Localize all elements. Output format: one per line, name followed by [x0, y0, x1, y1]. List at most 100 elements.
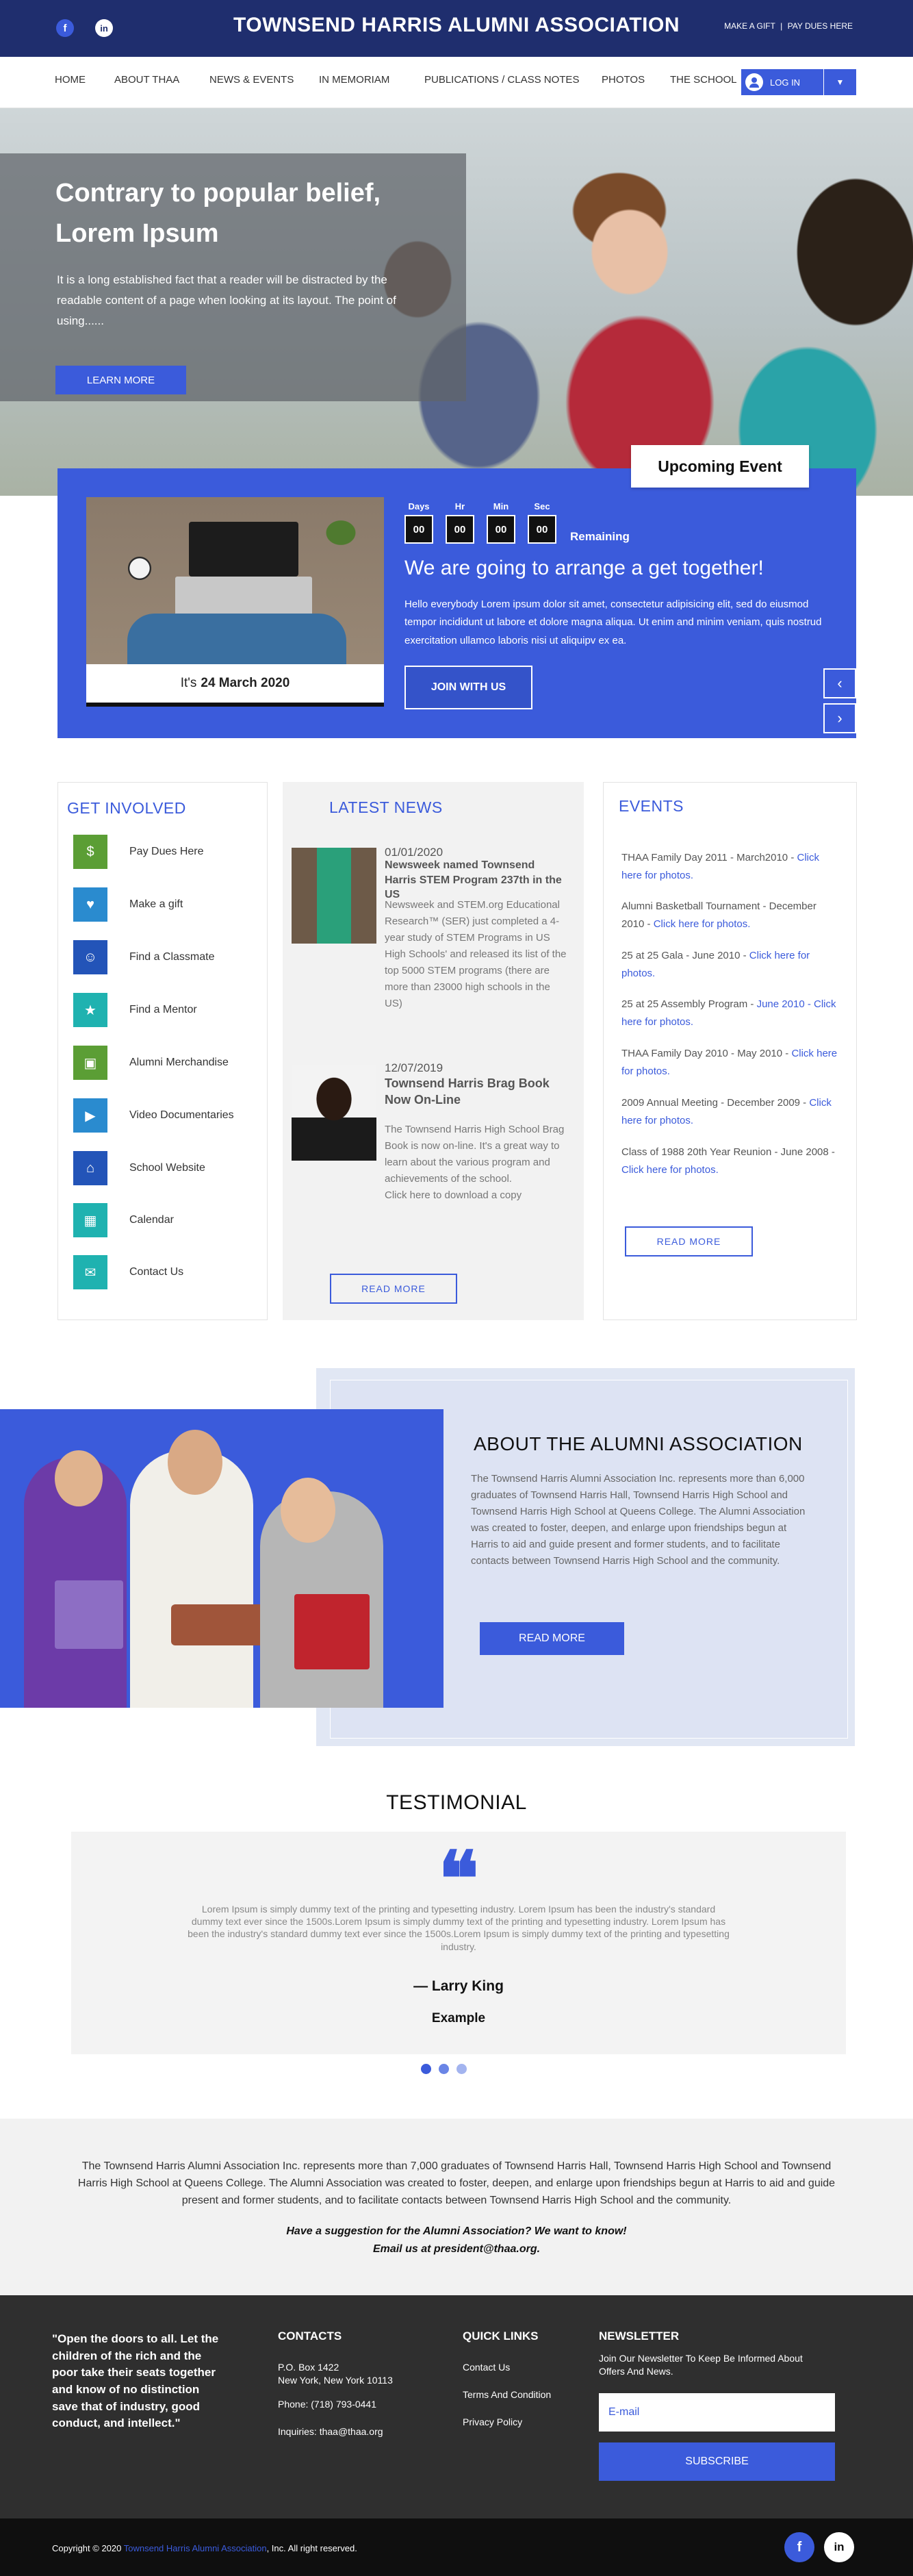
- nav-item-photos[interactable]: PHOTOS: [602, 74, 645, 86]
- event-photos-link[interactable]: Click here for photos.: [621, 1164, 719, 1176]
- get-involved-title: GET INVOLVED: [67, 799, 186, 817]
- email-field[interactable]: [599, 2393, 835, 2432]
- get-involved-label: Find a Classmate: [129, 951, 215, 963]
- testimonial-card: ❝ Lorem Ipsum is simply dummy text of th…: [71, 1832, 846, 2054]
- nav-item-about[interactable]: ABOUT THAA: [114, 74, 179, 86]
- get-involved-item[interactable]: ☺ Find a Classmate: [73, 940, 215, 974]
- event-description: Hello everybody Lorem ipsum dolor sit am…: [404, 598, 822, 646]
- event-list-item: THAA Family Day 2011 - March2010 - Click…: [621, 849, 840, 885]
- login-button[interactable]: LOG IN ▼: [741, 69, 856, 95]
- inquiries-email[interactable]: Inquiries: thaa@thaa.org: [278, 2425, 383, 2438]
- event-date: It's 24 March 2020: [86, 664, 384, 707]
- about-image: [0, 1409, 443, 1708]
- get-involved-label: Video Documentaries: [129, 1109, 234, 1121]
- info-text: The Townsend Harris Alumni Association I…: [77, 2160, 836, 2206]
- news-date: 01/01/2020: [385, 846, 443, 859]
- footer-link-contact[interactable]: Contact Us: [463, 2361, 510, 2374]
- countdown-seconds-label: Sec: [534, 501, 550, 512]
- testimonial-text: Lorem Ipsum is simply dummy text of the …: [188, 1904, 730, 1952]
- footer-quote: "Open the doors to all. Let the children…: [52, 2332, 219, 2430]
- make-a-gift-link[interactable]: MAKE A GIFT: [724, 21, 775, 31]
- download-link[interactable]: Click here to download a copy: [385, 1189, 522, 1201]
- chevron-left-icon[interactable]: ‹: [823, 668, 856, 698]
- carousel-dot[interactable]: [439, 2064, 449, 2074]
- bottom-bar: Copyright © 2020 Townsend Harris Alumni …: [0, 2518, 913, 2576]
- login-label: LOG IN: [770, 77, 801, 88]
- news-date: 12/07/2019: [385, 1061, 443, 1074]
- nav-item-publications[interactable]: PUBLICATIONS / CLASS NOTES: [424, 74, 579, 86]
- upcoming-event-tag: Upcoming Event: [631, 445, 809, 488]
- get-involved-icon: ⌂: [73, 1151, 107, 1185]
- learn-more-button[interactable]: LEARN MORE: [55, 366, 186, 394]
- about-title: ABOUT THE ALUMNI ASSOCIATION: [474, 1433, 803, 1454]
- countdown-minutes-label: Min: [493, 501, 509, 512]
- copyright-brand-link[interactable]: Townsend Harris Alumni Association: [124, 2543, 267, 2553]
- get-involved-icon: ▦: [73, 1203, 107, 1237]
- get-involved-item[interactable]: ✉ Contact Us: [73, 1255, 183, 1289]
- event-list-item: Class of 1988 20th Year Reunion - June 2…: [621, 1144, 840, 1180]
- get-involved-item[interactable]: ★ Find a Mentor: [73, 993, 197, 1027]
- upcoming-event: Upcoming Event It's 24 March 2020 Days 0…: [57, 445, 856, 738]
- copyright: Copyright © 2020 Townsend Harris Alumni …: [52, 2543, 357, 2553]
- join-with-us-button[interactable]: JOIN WITH US: [404, 666, 532, 709]
- events-read-more-button[interactable]: READ MORE: [625, 1226, 753, 1257]
- suggestion-text: Have a suggestion for the Alumni Associa…: [0, 2223, 913, 2258]
- keyboard-shape: [175, 577, 312, 618]
- get-involved-item[interactable]: $ Pay Dues Here: [73, 835, 204, 869]
- event-text: 25 at 25 Gala - June 2010 -: [621, 950, 749, 961]
- user-icon: [745, 73, 763, 91]
- news-read-more-button[interactable]: READ MORE: [330, 1274, 457, 1304]
- event-list-item: Alumni Basketball Tournament - December …: [621, 898, 840, 934]
- pay-dues-link[interactable]: PAY DUES HERE: [788, 21, 853, 31]
- nav-item-school[interactable]: THE SCHOOL: [670, 74, 737, 86]
- get-involved-item[interactable]: ▶ Video Documentaries: [73, 1098, 234, 1133]
- get-involved-item[interactable]: ⌂ School Website: [73, 1151, 205, 1185]
- nav-item-news-events[interactable]: NEWS & EVENTS: [209, 74, 294, 86]
- student-face: [55, 1450, 103, 1506]
- top-bar: f in TOWNSEND HARRIS ALUMNI ASSOCIATION …: [0, 0, 913, 57]
- quick-links-heading: QUICK LINKS: [463, 2329, 539, 2343]
- event-list-item: 2009 Annual Meeting - December 2009 - Cl…: [621, 1094, 840, 1131]
- hero-banner: Contrary to popular belief, Lorem Ipsum …: [0, 108, 913, 496]
- nav-item-in-memoriam[interactable]: IN MEMORIAM: [319, 74, 389, 86]
- get-involved-icon: ♥: [73, 887, 107, 922]
- event-photos-link[interactable]: Click here for photos.: [654, 918, 751, 930]
- separator: |: [780, 21, 783, 31]
- chevron-right-icon[interactable]: ›: [823, 703, 856, 733]
- carousel-dot-active[interactable]: [421, 2064, 431, 2074]
- facebook-icon[interactable]: f: [56, 19, 74, 37]
- get-involved-label: Pay Dues Here: [129, 846, 204, 857]
- suggestion-line: Have a suggestion for the Alumni Associa…: [286, 2225, 627, 2237]
- footer-link-privacy[interactable]: Privacy Policy: [463, 2416, 522, 2429]
- nav-item-home[interactable]: HOME: [55, 74, 86, 86]
- info-strip: The Townsend Harris Alumni Association I…: [0, 2119, 913, 2295]
- get-involved-item[interactable]: ♥ Make a gift: [73, 887, 183, 922]
- event-text: 25 at 25 Assembly Program -: [621, 998, 757, 1010]
- carousel-dot[interactable]: [456, 2064, 467, 2074]
- top-links: MAKE A GIFT | PAY DUES HERE: [723, 21, 854, 31]
- suggestion-email[interactable]: Email us at president@thaa.org.: [373, 2243, 540, 2255]
- get-involved-item[interactable]: ▣ Alumni Merchandise: [73, 1046, 229, 1080]
- linkedin-icon[interactable]: in: [824, 2532, 854, 2562]
- hero-heading: Contrary to popular belief, Lorem Ipsum: [55, 179, 381, 248]
- event-list-item: 25 at 25 Gala - June 2010 - Click here f…: [621, 947, 840, 983]
- footer-link-terms[interactable]: Terms And Condition: [463, 2388, 551, 2401]
- linkedin-icon[interactable]: in: [95, 19, 113, 37]
- site-title: TOWNSEND HARRIS ALUMNI ASSOCIATION: [233, 14, 680, 36]
- news-title[interactable]: Newsweek named Townsend Harris STEM Prog…: [385, 858, 568, 902]
- main-nav: HOME ABOUT THAA NEWS & EVENTS IN MEMORIA…: [0, 57, 913, 108]
- chevron-down-icon[interactable]: ▼: [823, 69, 856, 95]
- news-title[interactable]: Townsend Harris Brag Book Now On-Line: [385, 1075, 568, 1109]
- about-read-more-button[interactable]: READ MORE: [480, 1622, 624, 1655]
- news-body-text: The Townsend Harris High School Brag Boo…: [385, 1124, 565, 1185]
- facebook-icon[interactable]: f: [784, 2532, 814, 2562]
- countdown-minutes: 00: [487, 515, 515, 544]
- get-involved-item[interactable]: ▦ Calendar: [73, 1203, 174, 1237]
- countdown-days: 00: [404, 515, 433, 544]
- footer: "Open the doors to all. Let the children…: [0, 2295, 913, 2518]
- get-involved-icon: ★: [73, 993, 107, 1027]
- subscribe-button[interactable]: SUBSCRIBE: [599, 2442, 835, 2481]
- latest-news-panel: LATEST NEWS 01/01/2020 Newsweek named To…: [283, 782, 584, 1320]
- event-list-item: 25 at 25 Assembly Program - June 2010 - …: [621, 996, 840, 1032]
- testimonial-role: Example: [431, 2011, 486, 2025]
